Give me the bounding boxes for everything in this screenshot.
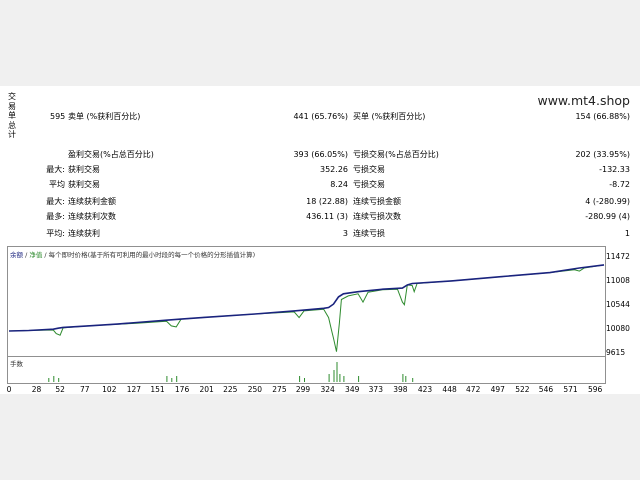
avg-consec-wins-label: 连续获利 [68,229,100,238]
x-tick-label: 571 [563,385,578,394]
balance-chart: 余额 / 净值 / 每个即时价格(基于所有可利用的最小时段的每一个价格的分形插值… [7,246,606,372]
volume-bar [343,376,345,382]
stats-table: 595 卖单 (%获利百分比) 441 (65.76%) 买单 (%获利百分比)… [0,110,640,242]
max-consec-losses-value: 4 (-280.99) [585,197,630,206]
max-consec-loss-value: -280.99 (4) [585,212,630,221]
total-trades-value: 595 [50,112,66,121]
volume-bar [412,378,414,382]
max-label: 最大: [46,197,65,206]
x-tick-label: 151 [150,385,165,394]
volume-bar [358,376,360,382]
average-label: 平均 [49,180,65,189]
legend-balance: 余额 [10,251,23,259]
max-consec-loss-label: 连续亏损次数 [353,212,401,221]
x-tick-label: 52 [55,385,65,394]
most-label: 最多: [46,212,65,221]
x-tick-label: 127 [126,385,142,394]
x-tick-label: 349 [345,385,360,394]
avg2-label: 平均: [46,229,65,238]
loss-trades-label: 亏损交易(%占总百分比) [353,150,439,159]
legend-description: / 每个即时价格(基于所有可利用的最小时段的每一个价格的分形插值计算) [42,251,256,259]
largest-profit-label: 获利交易 [68,165,100,174]
chart-legend: 余额 / 净值 / 每个即时价格(基于所有可利用的最小时段的每一个价格的分形插值… [10,249,255,259]
short-label: 卖单 (%获利百分比) [68,112,141,121]
volume-svg [48,362,414,382]
y-tick-label: 9615 [606,348,626,357]
short-value: 441 (65.76%) [293,112,348,121]
x-tick-label: 398 [393,385,408,394]
volume-bar [333,370,335,382]
x-tick-label: 546 [538,385,554,394]
y-tick-label: 11008 [606,275,630,285]
volume-bar [299,376,301,382]
avg-consec-wins-value: 3 [342,229,348,238]
x-tick-label: 201 [199,385,214,394]
volume-bar [176,376,178,382]
volume-bar [339,374,341,382]
largest-label: 最大: [46,165,65,174]
x-tick-label: 299 [295,385,311,394]
x-tick-label: 497 [490,385,505,394]
max-consec-losses-label: 连续亏损金额 [353,197,401,206]
avg-loss-value: -8.72 [609,180,630,189]
long-value: 154 (66.88%) [575,112,630,121]
x-tick-label: 28 [31,385,42,394]
volume-chart: 手数 [7,356,606,384]
x-tick-label: 472 [466,385,481,394]
watermark: www.mt4.shop [537,93,630,108]
profit-trades-value: 393 (66.05%) [293,150,348,159]
largest-profit-value: 352.26 [320,165,348,174]
x-tick-label: 448 [442,385,457,394]
x-tick-label: 77 [79,385,90,394]
largest-loss-value: -132.33 [599,165,630,174]
avg-consec-losses-label: 连续亏损 [353,229,385,238]
x-tick-label: 324 [320,385,335,394]
volume-bar [53,376,55,382]
volume-bar [405,376,407,382]
max-consec-wins-value: 18 (22.88) [306,197,348,206]
long-label: 买单 (%获利百分比) [353,112,426,121]
x-tick-label: 102 [102,385,117,394]
x-tick-label: 250 [247,385,263,394]
x-tick-label: 225 [223,385,238,394]
volume-bar [328,374,330,382]
largest-loss-label: 亏损交易 [353,165,385,174]
volume-bar [336,362,338,382]
balance-line [8,264,605,332]
loss-trades-value: 202 (33.95%) [575,150,630,159]
x-tick-label: 423 [417,385,433,394]
x-tick-label: 373 [368,385,383,394]
y-tick-label: 11472 [606,252,630,261]
volume-bar [58,378,60,382]
max-consec-wins-label: 连续获利金额 [68,197,116,206]
volume-bar [166,376,168,382]
y-tick-label: 10080 [606,323,630,333]
legend-equity: 净值 [29,251,43,259]
volume-bar [304,378,305,382]
x-tick-label: 596 [587,385,603,394]
max-consec-profit-label: 连续获利次数 [68,212,116,221]
x-tick-label: 176 [174,385,190,394]
y-tick-label: 10544 [606,299,630,309]
profit-trades-label: 盈利交易(%占总百分比) [68,150,154,159]
avg-loss-label: 亏损交易 [353,180,385,189]
volume-bar [402,374,404,382]
x-tick-label: 275 [272,385,287,394]
equity-line [8,264,605,352]
avg-consec-losses-value: 1 [624,229,630,238]
volume-bar [171,378,173,382]
x-tick-label: 0 [6,385,12,394]
x-tick-label: 522 [515,385,530,394]
volume-bar [48,378,50,382]
avg-profit-label: 获利交易 [68,180,100,189]
chart-svg [8,264,605,352]
max-consec-profit-value: 436.11 (3) [306,212,348,221]
avg-profit-value: 8.24 [330,180,348,189]
